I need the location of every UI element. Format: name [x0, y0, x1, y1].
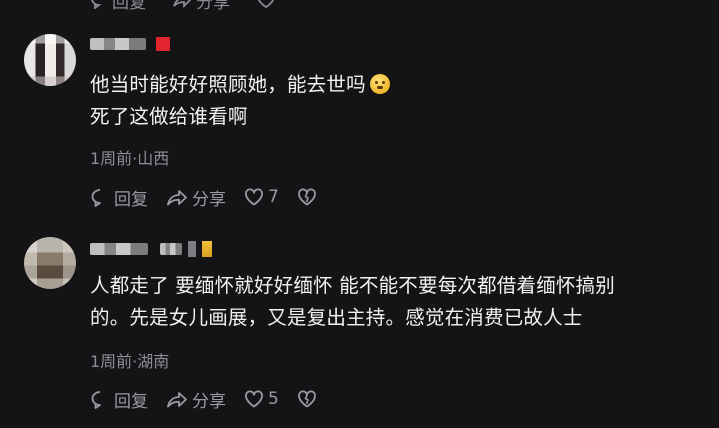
username[interactable] — [90, 241, 212, 257]
comment-line: 死了这做给谁看啊 — [90, 105, 248, 128]
like-button[interactable]: 5 — [244, 389, 279, 409]
username[interactable] — [90, 37, 170, 51]
share-button[interactable]: 分享 — [166, 185, 226, 210]
broken-heart-icon — [297, 188, 316, 206]
username-blurred — [90, 243, 148, 255]
reply-icon — [91, 0, 102, 9]
like-count: 5 — [268, 389, 279, 409]
previous-comment-actions: 回复 分享 — [90, 0, 276, 13]
user-level-icon — [188, 241, 196, 257]
heart-icon — [245, 390, 263, 408]
comment-meta: 1周前·山西 — [90, 149, 170, 168]
avatar[interactable] — [24, 237, 76, 289]
reply-label: 回复 — [114, 391, 148, 412]
username-blurred — [90, 38, 146, 50]
comment-actions: 回复 分享 5 — [90, 386, 335, 412]
comment-meta: 1周前·湖南 — [90, 352, 170, 371]
comment-text: 人都走了 要缅怀就好好缅怀 能不能不要每次都借着缅怀搞别 的。先是女儿画展，又是… — [90, 270, 615, 334]
share-label: 分享 — [196, 0, 230, 13]
broken-heart-icon — [297, 390, 316, 408]
previous-like-button[interactable] — [256, 0, 276, 9]
heart-icon — [257, 0, 275, 9]
reply-button[interactable]: 回复 — [90, 387, 148, 412]
reply-icon — [91, 189, 101, 207]
previous-share-button[interactable]: 分享 — [172, 0, 230, 13]
comment-line: 他当时能好好照顾她，能去世吗 — [90, 69, 390, 101]
comment-line-text: 他当时能好好照顾她，能去世吗 — [90, 73, 366, 96]
reply-label: 回复 — [114, 189, 148, 210]
share-icon — [167, 190, 187, 206]
previous-reply-button[interactable]: 回复 — [90, 0, 146, 13]
avatar[interactable] — [24, 34, 76, 86]
dislike-button[interactable] — [297, 187, 317, 207]
comment-text: 他当时能好好照顾她，能去世吗 死了这做给谁看啊 — [90, 69, 390, 133]
user-badge-icon — [202, 241, 212, 257]
like-count: 7 — [268, 187, 279, 207]
share-icon — [173, 0, 192, 9]
share-label: 分享 — [192, 189, 226, 210]
share-button[interactable]: 分享 — [166, 387, 226, 412]
username-blurred-2 — [160, 243, 182, 255]
reply-label: 回复 — [112, 0, 146, 13]
heart-icon — [245, 188, 263, 206]
comment-line: 的。先是女儿画展，又是复出主持。感觉在消费已故人士 — [90, 306, 583, 329]
reply-icon — [91, 391, 101, 409]
grimacing-face-emoji-icon — [369, 74, 390, 94]
comment-line: 人都走了 要缅怀就好好缅怀 能不能不要每次都借着缅怀搞别 — [90, 274, 615, 297]
user-badge-icon — [156, 37, 170, 51]
like-button[interactable]: 7 — [244, 187, 279, 207]
share-icon — [167, 392, 187, 408]
comment-actions: 回复 分享 7 — [90, 184, 335, 210]
reply-button[interactable]: 回复 — [90, 185, 148, 210]
dislike-button[interactable] — [297, 389, 317, 409]
share-label: 分享 — [192, 391, 226, 412]
